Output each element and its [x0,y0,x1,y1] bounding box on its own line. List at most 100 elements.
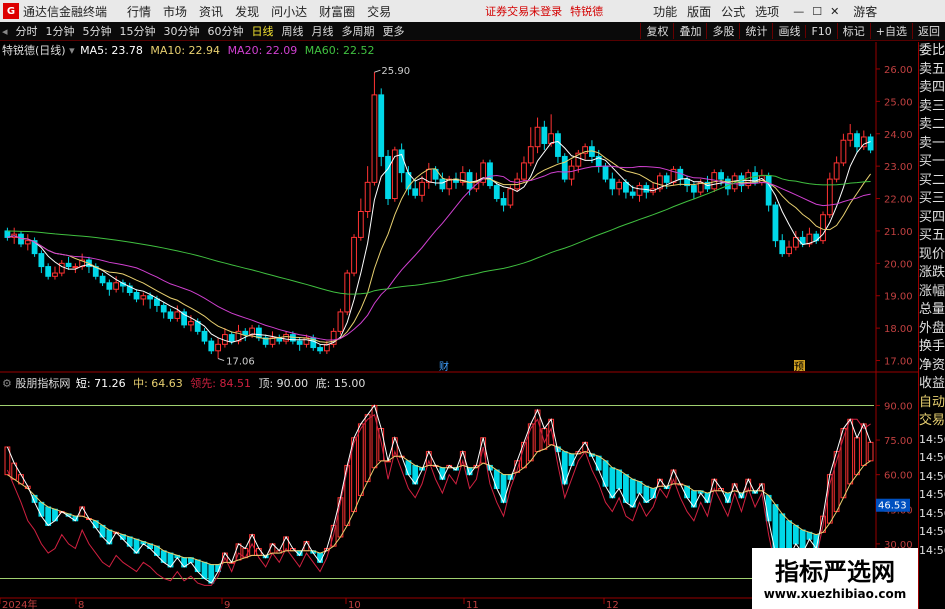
indicator-name[interactable]: 股朋指标网 [15,377,70,390]
legend-short: 短: 71.26 [75,377,126,390]
high-marker [374,69,381,73]
candle-body [765,175,772,206]
menu-layout[interactable]: 版面 [687,3,711,20]
menu-function[interactable]: 功能 [653,3,677,20]
candle-body [45,266,52,277]
menu-item-news[interactable]: 资讯 [199,3,223,20]
period-tab-30min[interactable]: 30分钟 [160,23,204,39]
rp-auto[interactable]: 自动 [919,394,945,413]
rp-volume[interactable]: 总量 [919,301,945,320]
period-tab-daily[interactable]: 日线 [248,23,278,39]
price-tick-label: 22.00 [884,195,913,206]
menu-item-ask[interactable]: 问小达 [271,3,307,20]
restore-rights-button[interactable]: 复权 [640,23,673,39]
rp-sell3[interactable]: 卖三 [919,98,945,117]
rp-buy1[interactable]: 买一 [919,153,945,172]
rp-sell2[interactable]: 卖二 [919,116,945,135]
period-tab-15min[interactable]: 15分钟 [116,23,160,39]
back-button[interactable]: 返回 [912,23,945,39]
menu-item-wealth[interactable]: 财富圈 [319,3,355,20]
rp-pct[interactable]: 涨幅 [919,283,945,302]
ind-bar [670,469,677,485]
menu-item-market[interactable]: 行情 [127,3,151,20]
rp-buy2[interactable]: 买二 [919,172,945,191]
rp-weibi[interactable]: 委比 [919,42,945,61]
menu-item-discover[interactable]: 发现 [235,3,259,20]
ind-bar [317,552,323,563]
high-label: 25.90 [381,66,410,77]
period-tab-more[interactable]: 更多 [379,23,409,39]
login-notice[interactable]: 证券交易未登录 [485,3,562,19]
rp-buy3[interactable]: 买三 [919,190,945,209]
rp-trade[interactable]: 交易 [919,412,945,431]
left-arrow-icon[interactable]: ◂ [0,25,12,38]
candle-body [154,298,160,306]
candle-body [466,172,473,190]
period-tab-weekly[interactable]: 周线 [278,23,308,39]
period-tab-60min[interactable]: 60分钟 [204,23,248,39]
app-window: { "app":{"name":"通达信金融终端","logo_letter":… [0,0,945,609]
menu-options[interactable]: 选项 [755,3,779,20]
rp-change[interactable]: 涨跌 [919,264,945,283]
candle-body [419,181,425,196]
menu-item-marketplace[interactable]: 市场 [163,3,187,20]
rp-sell1[interactable]: 卖一 [919,135,945,154]
candle-body [507,188,514,206]
price-tick-label: 21.00 [884,227,913,238]
minimize-icon[interactable]: — [793,5,804,18]
candle-body [541,126,548,144]
candle-body [623,181,629,193]
period-tab-1min[interactable]: 1分钟 [42,23,79,39]
chart-area[interactable]: 25.90 17.06 财 预 26.00 25.00 24.00 23.00 22.00 21… [0,42,918,609]
watermark-text: 指标严选网 [775,558,895,586]
close-icon[interactable]: ✕ [830,5,839,18]
rp-turnover[interactable]: 换手 [919,338,945,357]
rp-netasset[interactable]: 净资 [919,357,945,376]
period-toolbar: ◂ 分时 1分钟 5分钟 15分钟 30分钟 60分钟 日线 周线 月线 多周期… [0,22,945,41]
candle-body [106,282,113,290]
price-tick-label: 25.00 [884,97,913,108]
forecast-marker: 预 [794,361,804,373]
candle-body [840,139,847,164]
mark-button[interactable]: 标记 [836,23,870,39]
multi-stock-button[interactable]: 多股 [706,23,739,39]
menu-item-trade[interactable]: 交易 [367,3,391,20]
period-tab-5min[interactable]: 5分钟 [79,23,116,39]
candle-body [351,236,357,274]
candle-body [690,185,697,193]
add-watchlist-button[interactable]: +自选 [869,23,912,39]
maximize-icon[interactable]: ☐ [812,5,822,18]
candle-body [833,162,840,180]
draw-line-button[interactable]: 画线 [772,23,805,39]
indicator-panel [0,404,874,586]
settings-icon[interactable]: ⚙ [2,377,12,390]
guest-label[interactable]: 游客 [853,3,877,20]
candle-body [718,172,724,180]
rp-time-7: 14:56 [919,543,945,557]
rp-earnings[interactable]: 收益 [919,375,945,394]
candle-body [113,282,120,290]
rp-sell4[interactable]: 卖四 [919,79,945,98]
overlay-button[interactable]: 叠加 [673,23,706,39]
low-marker [217,358,225,362]
dropdown-icon[interactable]: ▾ [69,44,75,57]
menu-formula[interactable]: 公式 [721,3,745,20]
statistics-button[interactable]: 统计 [739,23,772,39]
candle-body [867,136,874,151]
period-tab-multi[interactable]: 多周期 [338,23,379,39]
rp-price[interactable]: 现价 [919,246,945,265]
candle-body [398,149,405,174]
rp-buy4[interactable]: 买四 [919,209,945,228]
candle-body [521,162,527,180]
candle-body [779,240,786,255]
period-tab-monthly[interactable]: 月线 [308,23,338,39]
rp-sell5[interactable]: 卖五 [919,61,945,80]
legend-ma5: MA5: 23.78 [80,44,143,57]
rp-outer[interactable]: 外盘 [919,320,945,339]
candle-body [609,178,616,190]
rp-buy5[interactable]: 买五 [919,227,945,246]
candle-body [215,343,221,352]
f10-button[interactable]: F10 [805,24,836,38]
ind-bar [357,423,364,496]
period-tab-intraday[interactable]: 分时 [12,23,42,39]
